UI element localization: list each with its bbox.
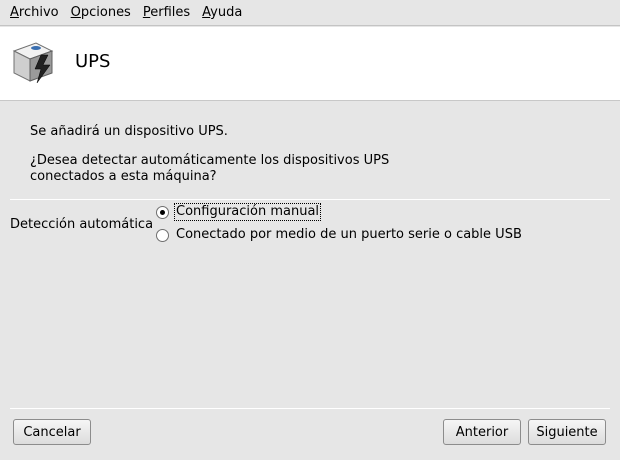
separator-top [10, 199, 610, 200]
question-message: ¿Desea detectar automáticamente los disp… [30, 153, 450, 185]
wizard-body: Se añadirá un dispositivo UPS. ¿Desea de… [0, 102, 620, 460]
radio-manual-config[interactable]: Configuración manual [156, 203, 322, 221]
cancel-button[interactable]: Cancelar [13, 419, 91, 445]
intro-message: Se añadirá un dispositivo UPS. [30, 124, 228, 139]
wizard-header: UPS [0, 27, 620, 101]
ups-power-icon [12, 42, 54, 84]
menu-opciones[interactable]: Opciones [65, 1, 137, 25]
radio-serial-usb-label: Conectado por medio de un puerto serie o… [176, 227, 522, 242]
radio-serial-usb[interactable]: Conectado por medio de un puerto serie o… [156, 227, 523, 243]
question-line-1: ¿Desea detectar automáticamente los disp… [30, 153, 390, 168]
menu-ayuda[interactable]: Ayuda [196, 1, 248, 25]
menu-bar: Archivo Opciones Perfiles Ayuda [0, 0, 620, 26]
page-title: UPS [75, 51, 111, 72]
auto-detect-label: Detección automática [10, 217, 154, 232]
next-button[interactable]: Siguiente [528, 419, 606, 445]
radio-manual-label: Configuración manual [173, 203, 322, 221]
separator-bottom [10, 408, 610, 409]
menu-perfiles[interactable]: Perfiles [137, 1, 196, 25]
radio-checked-icon[interactable] [156, 205, 169, 219]
menu-archivo[interactable]: Archivo [4, 1, 65, 25]
previous-button[interactable]: Anterior [443, 419, 521, 445]
question-line-2: conectados a esta máquina? [30, 169, 217, 184]
radio-unchecked-icon[interactable] [156, 228, 169, 242]
